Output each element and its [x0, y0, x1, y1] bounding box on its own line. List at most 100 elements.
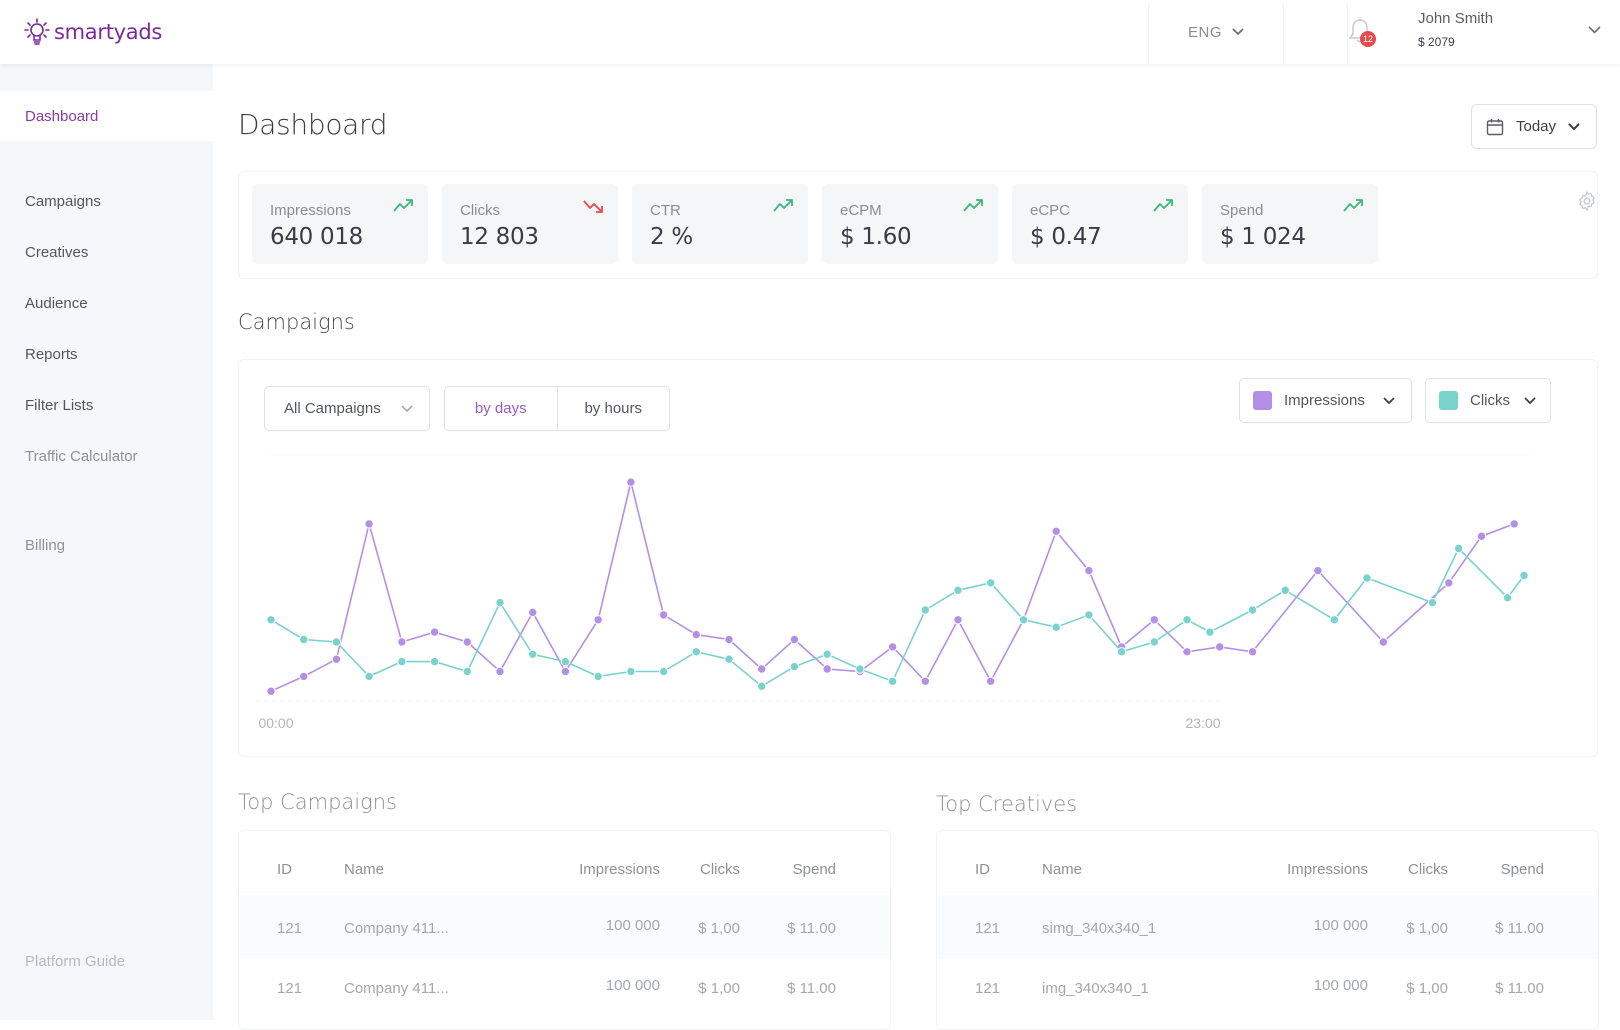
data-point-clicks[interactable]	[1519, 570, 1529, 581]
data-point-clicks[interactable]	[757, 681, 767, 691]
user-menu[interactable]: John Smith $ 2079	[1418, 10, 1493, 49]
platform-guide-link[interactable]: Platform Guide	[0, 936, 213, 986]
data-point-clicks[interactable]	[1182, 615, 1192, 625]
data-point-impressions[interactable]	[462, 637, 473, 647]
kpi-card-ctr[interactable]: CTR 2 %	[632, 184, 808, 264]
data-point-impressions[interactable]	[266, 686, 276, 696]
data-point-clicks[interactable]	[1453, 543, 1464, 554]
data-point-impressions[interactable]	[429, 627, 440, 637]
data-point-impressions[interactable]	[757, 664, 767, 674]
column-header-spend[interactable]: Spend	[793, 861, 836, 878]
data-point-impressions[interactable]	[1247, 647, 1258, 657]
data-point-clicks[interactable]	[364, 671, 374, 682]
sidebar-item-audience[interactable]: Audience	[0, 278, 213, 328]
column-header-id[interactable]: ID	[277, 861, 292, 878]
data-point-impressions[interactable]	[822, 664, 832, 674]
table-row[interactable]: 121 simg_340x340_1 100 000 $ 1,00 $ 11.00	[937, 895, 1598, 959]
data-point-impressions[interactable]	[691, 629, 701, 640]
data-point-clicks[interactable]	[1084, 610, 1094, 620]
sidebar-item-dashboard[interactable]: Dashboard	[0, 91, 213, 141]
sidebar-item-traffic-calculator[interactable]: Traffic Calculator	[0, 431, 213, 481]
data-point-impressions[interactable]	[658, 610, 669, 620]
table-row[interactable]: 121 img_340x340_1 100 000 $ 1,00 $ 11.00	[937, 955, 1598, 1019]
data-point-clicks[interactable]	[495, 597, 505, 608]
data-point-impressions[interactable]	[626, 477, 636, 487]
data-point-clicks[interactable]	[528, 649, 538, 659]
data-point-impressions[interactable]	[1476, 531, 1487, 541]
data-point-clicks[interactable]	[887, 676, 898, 686]
sidebar-item-campaigns[interactable]: Campaigns	[0, 176, 213, 226]
kpi-card-ecpc[interactable]: eCPC $ 0.47	[1012, 184, 1188, 264]
data-point-clicks[interactable]	[429, 656, 440, 667]
data-point-impressions[interactable]	[953, 615, 963, 625]
data-point-impressions[interactable]	[1313, 565, 1323, 576]
data-point-clicks[interactable]	[855, 664, 865, 674]
data-point-impressions[interactable]	[887, 642, 898, 652]
data-point-clicks[interactable]	[560, 656, 571, 667]
data-point-clicks[interactable]	[1502, 593, 1513, 603]
data-point-impressions[interactable]	[593, 615, 603, 625]
data-point-impressions[interactable]	[528, 607, 538, 618]
data-point-clicks[interactable]	[462, 666, 473, 677]
data-point-clicks[interactable]	[1018, 615, 1029, 625]
data-point-impressions[interactable]	[1051, 526, 1061, 537]
data-point-impressions[interactable]	[560, 666, 571, 677]
kpi-card-spend[interactable]: Spend $ 1 024	[1202, 184, 1378, 264]
data-point-clicks[interactable]	[1116, 647, 1127, 657]
column-header-name[interactable]: Name	[344, 861, 384, 878]
data-point-clicks[interactable]	[331, 637, 342, 647]
data-point-impressions[interactable]	[1182, 647, 1192, 657]
data-point-impressions[interactable]	[1215, 642, 1225, 652]
column-header-name[interactable]: Name	[1042, 861, 1082, 878]
data-point-impressions[interactable]	[397, 637, 407, 647]
data-point-clicks[interactable]	[920, 605, 930, 615]
data-point-impressions[interactable]	[920, 676, 930, 686]
column-header-spend[interactable]: Spend	[1501, 861, 1544, 878]
data-point-impressions[interactable]	[495, 666, 505, 677]
kpi-card-ecpm[interactable]: eCPM $ 1.60	[822, 184, 998, 264]
column-header-impressions[interactable]: Impressions	[579, 861, 660, 878]
data-point-impressions[interactable]	[298, 671, 309, 682]
data-point-clicks[interactable]	[1427, 597, 1438, 608]
data-point-clicks[interactable]	[1329, 615, 1340, 625]
data-point-clicks[interactable]	[626, 666, 636, 677]
sidebar-item-creatives[interactable]: Creatives	[0, 227, 213, 277]
data-point-impressions[interactable]	[724, 634, 734, 645]
data-point-impressions[interactable]	[1149, 615, 1159, 625]
language-selector[interactable]: ENG	[1188, 0, 1244, 64]
column-header-id[interactable]: ID	[975, 861, 990, 878]
data-point-impressions[interactable]	[1509, 519, 1519, 529]
data-point-clicks[interactable]	[1205, 627, 1215, 637]
data-point-clicks[interactable]	[1051, 622, 1061, 632]
data-point-clicks[interactable]	[266, 615, 276, 625]
brand-logo[interactable]: smartyads	[24, 17, 162, 47]
data-point-clicks[interactable]	[724, 654, 734, 664]
table-row[interactable]: 121 Company 411... 100 000 $ 1,00 $ 11.00	[239, 895, 890, 959]
column-header-clicks[interactable]: Clicks	[1408, 861, 1448, 878]
data-point-clicks[interactable]	[1280, 585, 1290, 596]
kpi-card-impressions[interactable]: Impressions 640 018	[252, 184, 428, 264]
data-point-clicks[interactable]	[1149, 637, 1159, 647]
column-header-impressions[interactable]: Impressions	[1287, 861, 1368, 878]
data-point-clicks[interactable]	[822, 649, 832, 659]
gear-icon[interactable]	[1576, 190, 1598, 212]
data-point-impressions[interactable]	[1378, 637, 1389, 647]
data-point-impressions[interactable]	[364, 519, 374, 529]
data-point-impressions[interactable]	[331, 654, 342, 664]
kpi-card-clicks[interactable]: Clicks 12 803	[442, 184, 618, 264]
sidebar-item-reports[interactable]: Reports	[0, 329, 213, 379]
column-header-clicks[interactable]: Clicks	[700, 861, 740, 878]
data-point-clicks[interactable]	[397, 656, 407, 667]
sidebar-item-billing[interactable]: Billing	[0, 520, 213, 570]
data-point-impressions[interactable]	[986, 676, 996, 686]
data-point-clicks[interactable]	[789, 661, 800, 672]
data-point-clicks[interactable]	[691, 647, 701, 657]
table-row[interactable]: 121 Company 411... 100 000 $ 1,00 $ 11.00	[239, 955, 890, 1019]
sidebar-item-filter-lists[interactable]: Filter Lists	[0, 380, 213, 430]
data-point-clicks[interactable]	[593, 671, 603, 682]
data-point-impressions[interactable]	[1084, 565, 1094, 576]
data-point-impressions[interactable]	[1444, 578, 1454, 588]
data-point-clicks[interactable]	[658, 666, 669, 677]
notifications-button[interactable]: 12	[1348, 18, 1378, 48]
data-point-clicks[interactable]	[1362, 573, 1372, 583]
